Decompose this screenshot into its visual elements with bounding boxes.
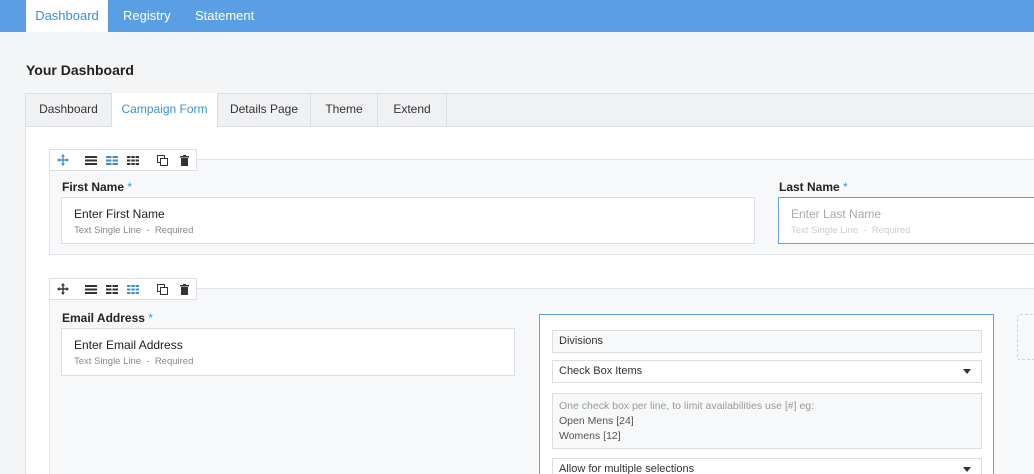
drop-placeholder[interactable] <box>1017 314 1034 360</box>
multi-selection-select[interactable]: Allow for multiple selections <box>552 458 982 474</box>
first-name-placeholder: Enter First Name <box>74 207 165 221</box>
textarea-line: Womens [12] <box>559 430 621 442</box>
email-meta: Text Single Line - Required <box>74 356 194 367</box>
move-icon[interactable] <box>52 150 73 170</box>
first-name-meta: Text Single Line - Required <box>74 225 194 236</box>
two-column-icon[interactable] <box>101 279 122 299</box>
required-asterisk: * <box>148 311 153 325</box>
trash-icon[interactable] <box>174 150 195 170</box>
field-name-input[interactable]: Divisions <box>552 330 982 353</box>
row-1-toolbar <box>49 149 197 171</box>
tab-dashboard[interactable]: Dashboard <box>26 93 112 127</box>
tab-details-page[interactable]: Details Page <box>218 93 311 127</box>
row-2-toolbar <box>49 278 197 300</box>
field-options-panel: Divisions Check Box Items One check box … <box>539 314 994 474</box>
textarea-line: Open Mens [24] <box>559 415 634 427</box>
email-field[interactable]: Enter Email Address Text Single Line - R… <box>61 328 515 376</box>
one-column-icon[interactable] <box>80 150 101 170</box>
textarea-hint: One check box per line, to limit availab… <box>559 400 815 412</box>
trash-icon[interactable] <box>174 279 195 299</box>
dropdown-caret-icon <box>963 369 971 374</box>
sub-tab-bar: Dashboard Campaign Form Details Page The… <box>25 93 1034 128</box>
dropdown-caret-icon <box>963 467 971 472</box>
nav-tab-dashboard[interactable]: Dashboard <box>26 0 108 32</box>
one-column-icon[interactable] <box>80 279 101 299</box>
duplicate-icon[interactable] <box>152 279 173 299</box>
first-name-field[interactable]: Enter First Name Text Single Line - Requ… <box>61 197 755 244</box>
nav-tab-registry[interactable]: Registry <box>123 0 171 32</box>
three-column-icon[interactable] <box>122 279 143 299</box>
checkbox-items-textarea[interactable]: One check box per line, to limit availab… <box>552 393 982 449</box>
two-column-icon[interactable] <box>101 150 122 170</box>
field-type-select[interactable]: Check Box Items <box>552 360 982 383</box>
top-nav-bar: Dashboard Registry Statement <box>0 0 1034 32</box>
tab-extend[interactable]: Extend <box>378 93 447 127</box>
email-placeholder: Enter Email Address <box>74 338 183 352</box>
last-name-placeholder: Enter Last Name <box>791 207 882 221</box>
three-column-icon[interactable] <box>122 150 143 170</box>
last-name-field[interactable]: Enter Last Name Text Single Line - Requi… <box>778 197 1034 244</box>
last-name-meta: Text Single Line - Required <box>791 225 911 236</box>
nav-tab-statement[interactable]: Statement <box>195 0 254 32</box>
last-name-label: Last Name * <box>779 180 848 194</box>
email-label: Email Address * <box>62 311 153 325</box>
tab-theme[interactable]: Theme <box>311 93 378 127</box>
page-title: Your Dashboard <box>26 62 134 78</box>
required-asterisk: * <box>127 180 133 194</box>
duplicate-icon[interactable] <box>152 150 173 170</box>
first-name-label: First Name * <box>62 180 133 194</box>
move-icon[interactable] <box>52 279 73 299</box>
required-asterisk: * <box>843 180 848 194</box>
tab-campaign-form[interactable]: Campaign Form <box>112 93 218 128</box>
